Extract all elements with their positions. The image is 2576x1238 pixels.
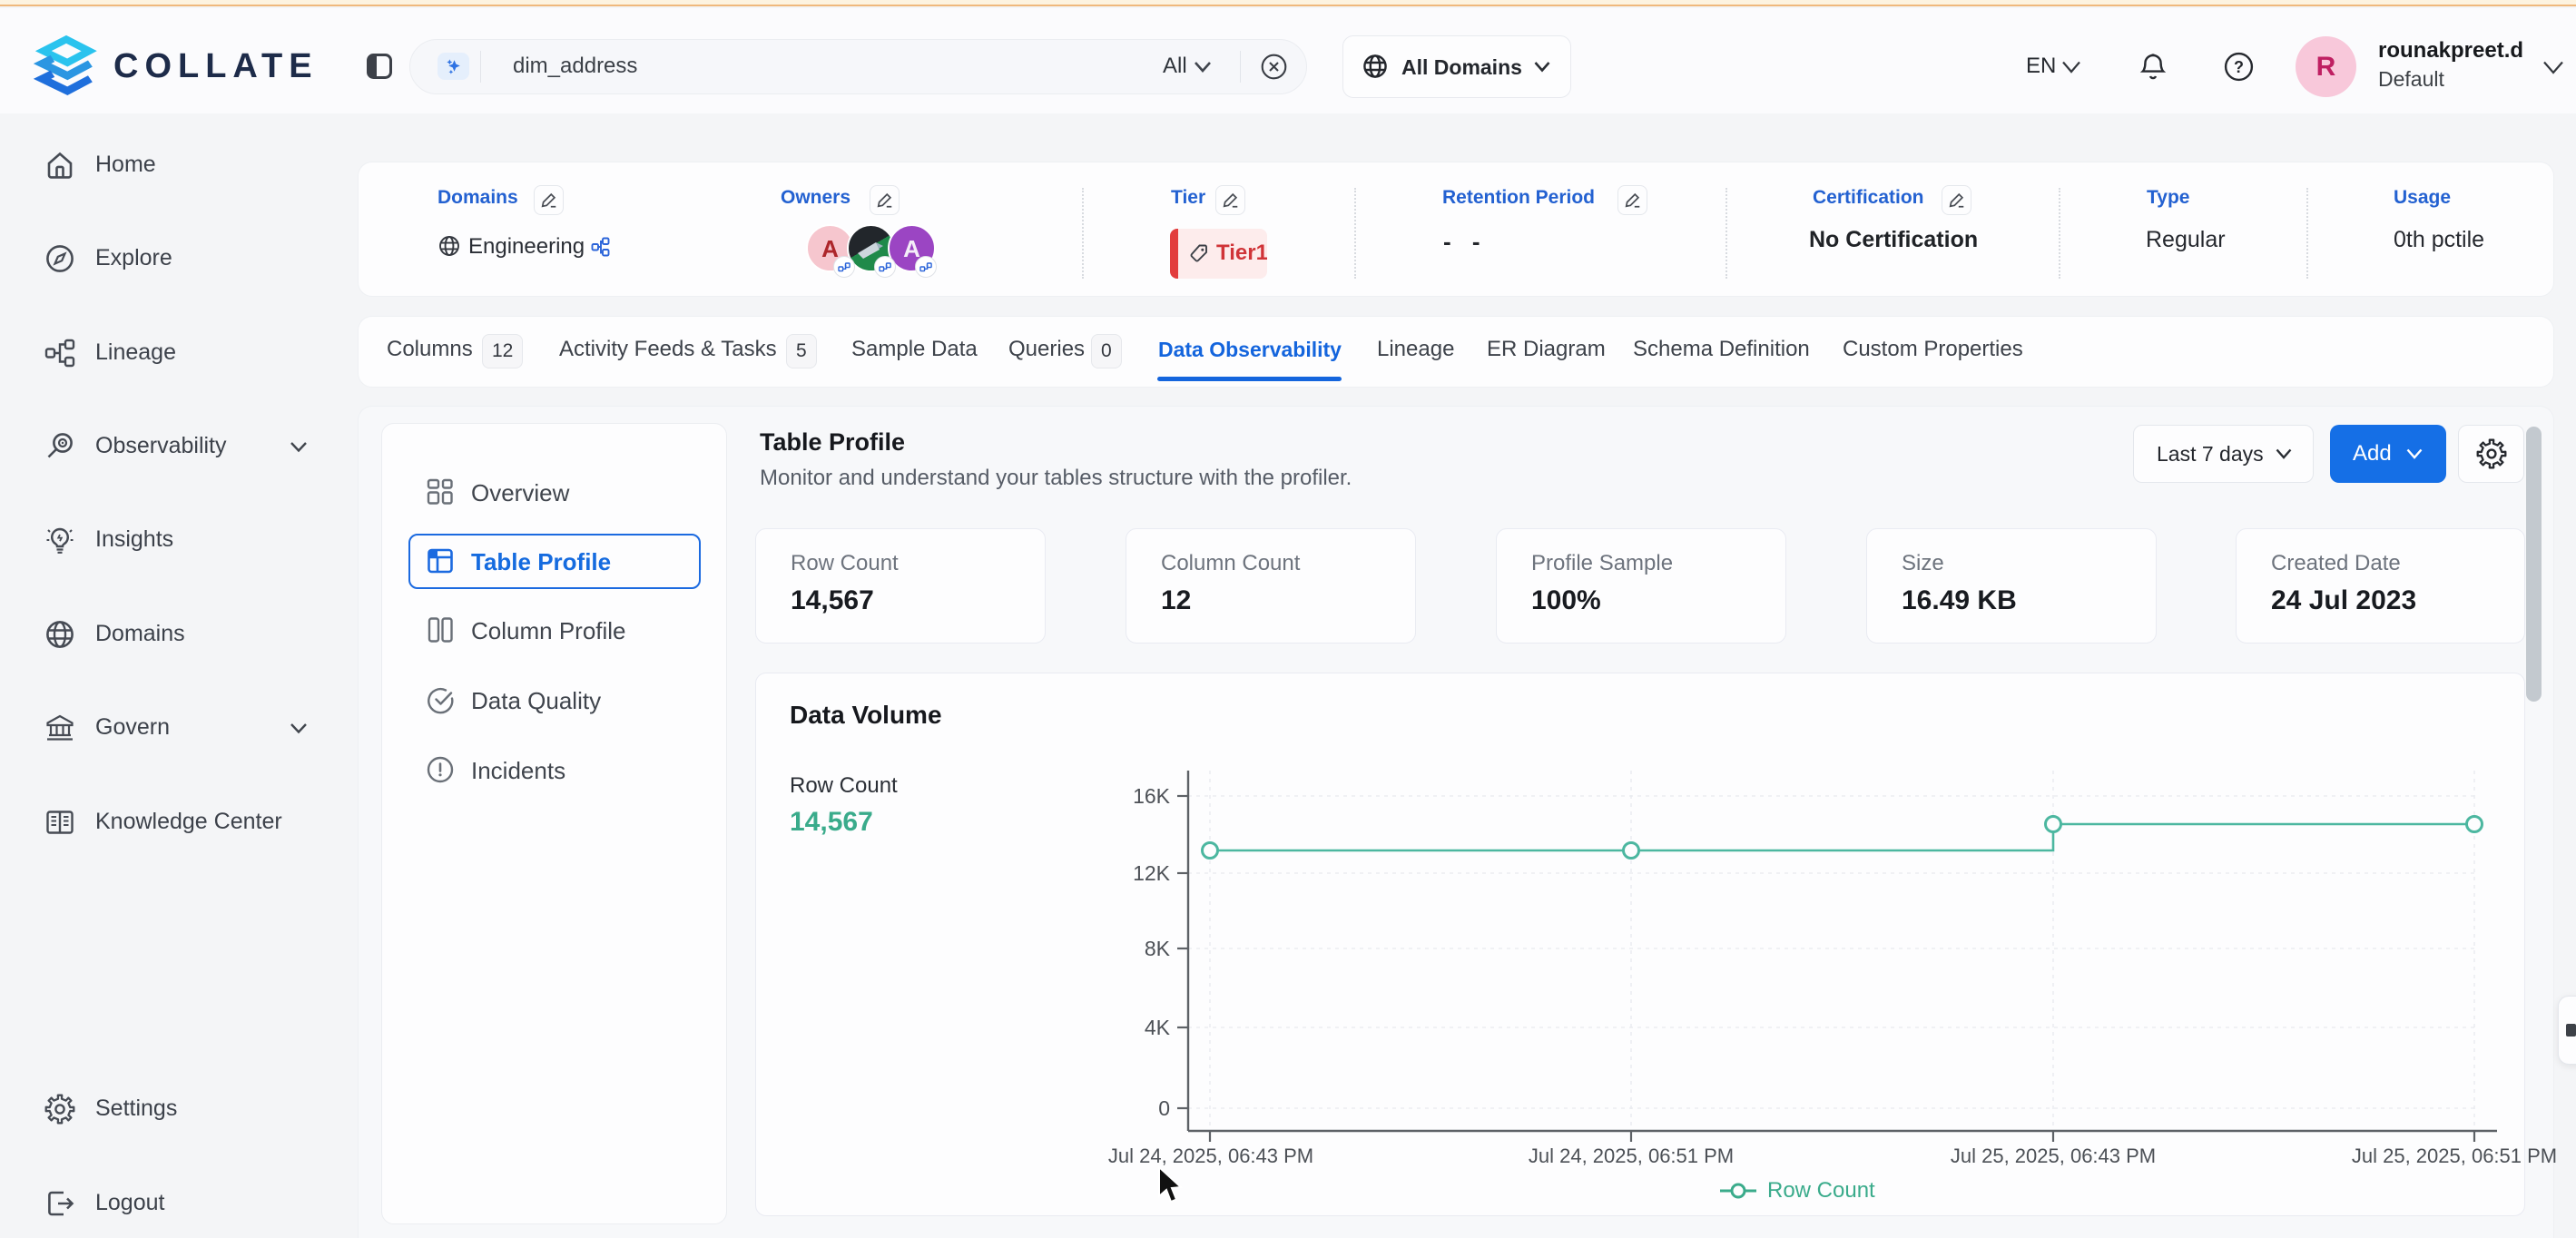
- svg-text:Jul 24, 2025, 06:43 PM: Jul 24, 2025, 06:43 PM: [1108, 1145, 1313, 1167]
- svg-text:12K: 12K: [1133, 861, 1171, 885]
- svg-text:4K: 4K: [1145, 1016, 1171, 1039]
- svg-text:Jul 25, 2025, 06:43 PM: Jul 25, 2025, 06:43 PM: [1951, 1145, 2156, 1167]
- svg-text:Jul 24, 2025, 06:51 PM: Jul 24, 2025, 06:51 PM: [1529, 1145, 1734, 1167]
- svg-text:16K: 16K: [1133, 784, 1171, 808]
- svg-text:Jul 25, 2025, 06:51 PM: Jul 25, 2025, 06:51 PM: [2352, 1145, 2557, 1167]
- svg-text:0: 0: [1158, 1096, 1170, 1120]
- svg-text:?: ?: [2234, 58, 2244, 76]
- svg-text:8K: 8K: [1145, 937, 1171, 960]
